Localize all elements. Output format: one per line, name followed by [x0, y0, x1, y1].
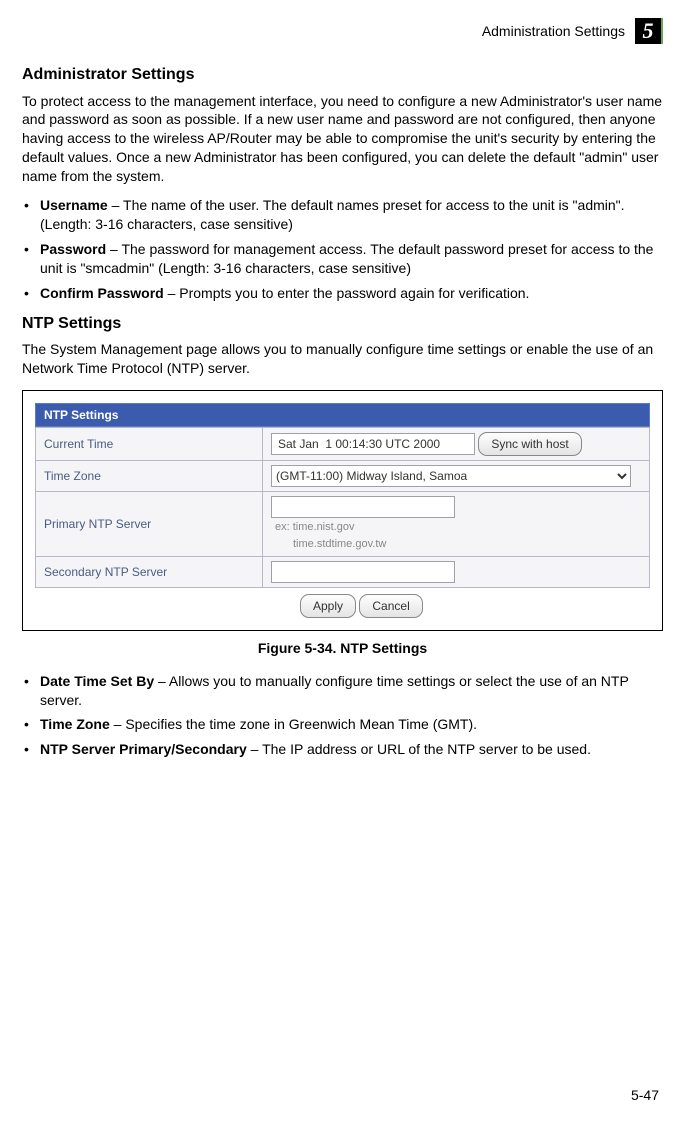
primary-ntp-input[interactable] — [271, 496, 455, 518]
item-text: – The IP address or URL of the NTP serve… — [247, 741, 591, 757]
ntp-settings-heading: NTP Settings — [22, 313, 663, 335]
item-text: – The name of the user. The default name… — [40, 197, 625, 232]
secondary-ntp-label: Secondary NTP Server — [36, 556, 263, 587]
ntp-figure: NTP Settings Current Time Sync with host… — [22, 390, 663, 631]
current-time-label: Current Time — [36, 428, 263, 461]
primary-ntp-label: Primary NTP Server — [36, 492, 263, 557]
list-item: Date Time Set By – Allows you to manuall… — [22, 672, 663, 710]
list-item: Confirm Password – Prompts you to enter … — [22, 284, 663, 303]
page-number: 5-47 — [631, 1086, 659, 1105]
item-text: – The password for management access. Th… — [40, 241, 653, 276]
header-label: Administration Settings — [482, 22, 625, 41]
item-text: – Prompts you to enter the password agai… — [164, 285, 530, 301]
current-time-cell: Sync with host — [263, 428, 650, 461]
current-time-input[interactable] — [271, 433, 475, 455]
timezone-cell: (GMT-11:00) Midway Island, Samoa — [263, 461, 650, 492]
ntp-button-row: Apply Cancel — [35, 588, 650, 618]
list-item: Time Zone – Specifies the time zone in G… — [22, 715, 663, 734]
term: Password — [40, 241, 106, 257]
primary-ntp-hint1: ex: time.nist.gov — [271, 521, 354, 533]
ntp-panel-title: NTP Settings — [35, 403, 650, 427]
timezone-label: Time Zone — [36, 461, 263, 492]
figure-caption: Figure 5-34. NTP Settings — [22, 639, 663, 658]
list-item: Username – The name of the user. The def… — [22, 196, 663, 234]
ntp-settings-intro: The System Management page allows you to… — [22, 340, 663, 378]
admin-settings-heading: Administrator Settings — [22, 64, 663, 86]
term: NTP Server Primary/Secondary — [40, 741, 247, 757]
ntp-table: Current Time Sync with host Time Zone (G… — [35, 427, 650, 588]
secondary-ntp-cell — [263, 556, 650, 587]
list-item: Password – The password for management a… — [22, 240, 663, 278]
term: Time Zone — [40, 716, 110, 732]
sync-with-host-button[interactable]: Sync with host — [478, 432, 581, 456]
primary-ntp-cell: ex: time.nist.gov time.stdtime.gov.tw — [263, 492, 650, 557]
ntp-panel: NTP Settings Current Time Sync with host… — [35, 403, 650, 618]
term: Username — [40, 197, 108, 213]
ntp-description-list: Date Time Set By – Allows you to manuall… — [22, 672, 663, 760]
apply-button[interactable]: Apply — [300, 594, 356, 618]
term: Confirm Password — [40, 285, 164, 301]
item-text: – Specifies the time zone in Greenwich M… — [110, 716, 477, 732]
chapter-badge: 5 — [635, 18, 663, 44]
timezone-select[interactable]: (GMT-11:00) Midway Island, Samoa — [271, 465, 631, 487]
cancel-button[interactable]: Cancel — [359, 594, 422, 618]
list-item: NTP Server Primary/Secondary – The IP ad… — [22, 740, 663, 759]
admin-settings-list: Username – The name of the user. The def… — [22, 196, 663, 302]
term: Date Time Set By — [40, 673, 154, 689]
primary-ntp-hint2: time.stdtime.gov.tw — [271, 538, 386, 550]
admin-settings-intro: To protect access to the management inte… — [22, 92, 663, 186]
page-header: Administration Settings 5 — [22, 18, 663, 44]
secondary-ntp-input[interactable] — [271, 561, 455, 583]
